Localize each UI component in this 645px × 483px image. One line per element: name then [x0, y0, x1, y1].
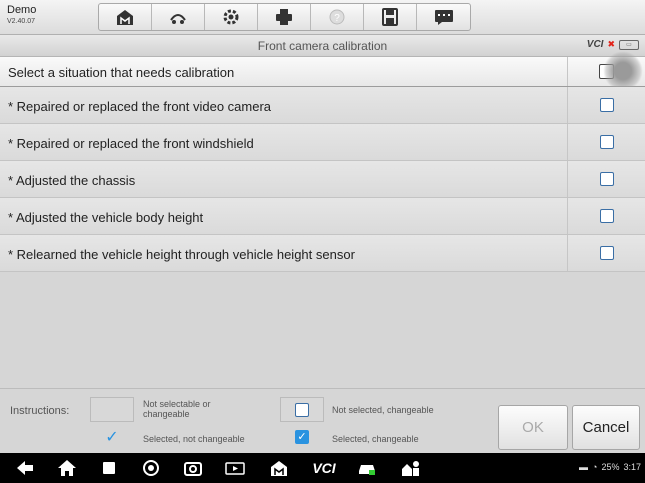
settings-gear-icon — [223, 9, 239, 25]
wifi-icon: ◔ — [592, 462, 598, 472]
home-nav-icon[interactable] — [56, 458, 78, 478]
clock: 3:17 — [623, 462, 641, 472]
ok-button[interactable]: OK — [498, 405, 568, 450]
floating-assist-button[interactable] — [603, 51, 643, 91]
help-button[interactable]: ? — [311, 4, 364, 30]
help-icon: ? — [329, 9, 345, 25]
legend-selected-fixed-text: Selected, not changeable — [143, 434, 245, 444]
vehicle-swap-button[interactable] — [152, 4, 205, 30]
legend-selected-fixed-box: ✓ — [90, 424, 134, 449]
svg-text:?: ? — [334, 13, 340, 24]
top-toolbar: Demo V2.40.07 ? — [0, 0, 645, 35]
legend-unselected-box — [280, 397, 324, 422]
vci-manager-icon[interactable]: VCI — [310, 458, 338, 478]
back-icon[interactable] — [14, 458, 36, 478]
legend-not-selectable-text: Not selectable or changeable — [143, 399, 211, 419]
instructions-label: Instructions: — [10, 405, 70, 417]
check-cell — [567, 124, 645, 160]
page-title: Front camera calibration — [257, 39, 388, 53]
video-player-icon[interactable] — [224, 458, 246, 478]
maxisys-home-icon[interactable] — [268, 458, 290, 478]
battery-level: 25% — [601, 462, 620, 472]
data-log-icon — [434, 10, 453, 25]
check-cell — [567, 161, 645, 197]
app-version: V2.40.07 — [7, 18, 36, 25]
save-icon — [382, 8, 398, 26]
legend-selected-box: ✓ — [280, 424, 324, 449]
legend-not-selectable-box — [90, 397, 134, 422]
vehicle-battery-icon: ▭ — [619, 39, 639, 50]
recent-apps-icon[interactable] — [98, 458, 120, 478]
legend-unselected-text: Not selected, changeable — [332, 405, 434, 415]
list-item-checkbox[interactable] — [599, 135, 614, 149]
home-button[interactable] — [99, 4, 152, 30]
legend-selected-text: Selected, changeable — [332, 434, 419, 444]
list-item[interactable]: * Repaired or replaced the front windshi… — [0, 124, 645, 161]
select-all-row[interactable]: Select a situation that needs calibratio… — [0, 51, 645, 91]
cancel-button[interactable]: Cancel — [572, 405, 640, 450]
vehicle-swap-icon — [170, 14, 186, 24]
toolbar-button-group: ? — [98, 3, 471, 31]
calibration-situation-list: Select a situation that needs calibratio… — [0, 51, 645, 272]
check-cell — [567, 87, 645, 123]
legend-empty-checkbox-icon — [295, 402, 309, 417]
check-cell — [567, 51, 645, 91]
list-header-label: Select a situation that needs calibratio… — [8, 65, 235, 80]
legend-checked-checkbox-icon: ✓ — [295, 429, 309, 444]
shop-manager-icon[interactable] — [400, 458, 422, 478]
list-item-label: * Repaired or replaced the front windshi… — [8, 136, 254, 151]
list-item[interactable]: * Adjusted the chassis — [0, 161, 645, 198]
list-item-checkbox[interactable] — [599, 209, 614, 223]
check-cell — [567, 198, 645, 234]
list-item-checkbox[interactable] — [599, 98, 614, 112]
notification-icon: ▬ — [579, 462, 589, 472]
check-cell — [567, 235, 645, 271]
android-nav-bar: VCI ▬ ◔ 25% 3:17 — [0, 453, 645, 483]
list-item[interactable]: * Relearned the vehicle height through v… — [0, 235, 645, 272]
list-item-label: * Relearned the vehicle height through v… — [8, 247, 355, 262]
save-button[interactable] — [364, 4, 417, 30]
browser-icon[interactable] — [140, 458, 162, 478]
app-name: Demo — [7, 4, 37, 16]
camera-icon[interactable] — [182, 458, 204, 478]
data-log-button[interactable] — [417, 4, 470, 30]
instructions-panel: Instructions: Not selectable or changeab… — [0, 388, 645, 453]
list-item-label: * Repaired or replaced the front video c… — [8, 99, 272, 114]
checkmark-icon: ✓ — [105, 428, 119, 446]
home-icon — [117, 10, 133, 25]
list-item-checkbox[interactable] — [599, 246, 614, 260]
title-bar: Front camera calibration VCI ✖ ▭ — [0, 35, 645, 57]
vci-label: VCI — [586, 39, 604, 50]
system-status: ▬ ◔ 25% 3:17 — [579, 462, 641, 472]
vci-status: VCI ✖ ▭ — [587, 39, 639, 50]
settings-button[interactable] — [205, 4, 258, 30]
list-item-label: * Adjusted the vehicle body height — [8, 210, 204, 225]
print-button[interactable] — [258, 4, 311, 30]
list-item-checkbox[interactable] — [599, 172, 614, 186]
vci-disconnected-icon: ✖ — [607, 39, 615, 49]
list-item-label: * Adjusted the chassis — [8, 173, 136, 188]
list-item[interactable]: * Repaired or replaced the front video c… — [0, 87, 645, 124]
vehicle-icon[interactable] — [356, 458, 378, 478]
list-item[interactable]: * Adjusted the vehicle body height — [0, 198, 645, 235]
printer-icon — [276, 9, 292, 25]
